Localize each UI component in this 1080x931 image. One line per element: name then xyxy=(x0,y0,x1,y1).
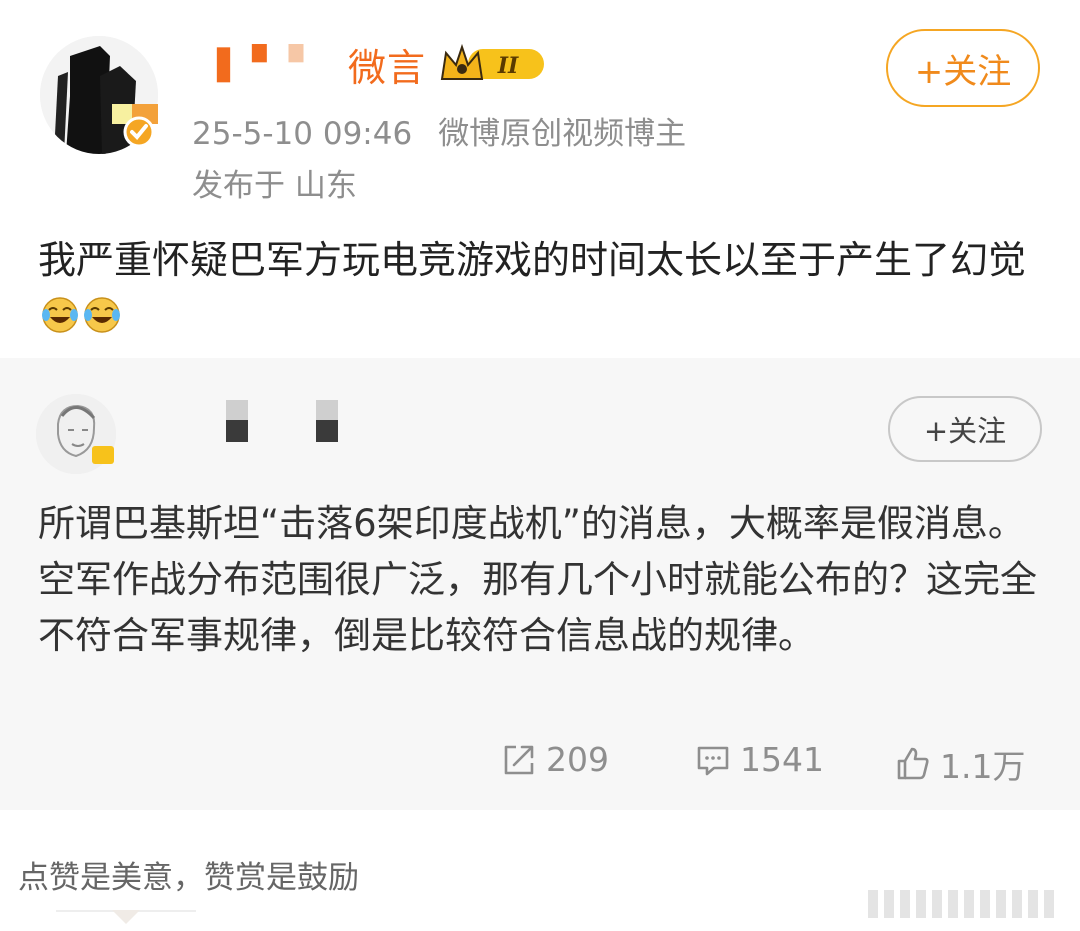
name-redaction xyxy=(316,400,338,442)
post-meta: 25-5-10 09:46 微博原创视频博主 xyxy=(192,108,686,153)
author-name-tail: 微言 xyxy=(348,45,427,90)
comment-action[interactable]: 1541 xyxy=(694,740,824,779)
share-count: 209 xyxy=(546,740,609,779)
share-icon xyxy=(504,745,534,774)
like-action[interactable]: 1.1万 xyxy=(894,740,1025,788)
reward-prompt[interactable]: 点赞是美意，赞赏是鼓励 xyxy=(18,852,359,897)
post-timestamp: 25-5-10 09:46 xyxy=(192,116,413,152)
comment-icon xyxy=(697,746,729,775)
quoted-post-text: 所谓巴基斯坦“击落6架印度战机”的消息，大概率是假消息。空军作战分布范围很广泛，… xyxy=(38,502,1037,657)
name-redaction xyxy=(216,44,304,83)
follow-button[interactable]: +关注 xyxy=(886,29,1040,107)
action-bar: 209 1541 1.1万 xyxy=(0,740,1080,790)
author-name[interactable]: 微言 II xyxy=(196,38,548,90)
like-count: 1.1万 xyxy=(940,747,1026,786)
laughing-tears-emoji-icon xyxy=(42,297,78,333)
quoted-follow-button[interactable]: +关注 xyxy=(888,396,1042,462)
member-badge-icon xyxy=(92,446,114,464)
post-card: 微言 II 25-5-10 09:46 微博原创视频博主 发布于 山东 +关注 我… xyxy=(0,0,1080,358)
crown-rank-badge-icon: II xyxy=(440,43,545,80)
caret-down-icon xyxy=(112,910,140,924)
name-redaction xyxy=(226,400,248,442)
post-text: 我严重怀疑巴军方玩电竞游戏的时间太长以至于产生了幻觉 xyxy=(38,238,1027,282)
post-location: 发布于 山东 xyxy=(192,168,357,204)
post-body: 我严重怀疑巴军方玩电竞游戏的时间太长以至于产生了幻觉 xyxy=(38,232,1048,344)
share-action[interactable]: 209 xyxy=(500,740,609,779)
verified-badge-icon xyxy=(112,104,158,150)
author-tag: 微博原创视频博主 xyxy=(438,116,687,152)
laughing-tears-emoji-icon xyxy=(84,297,120,333)
watermark-barcode xyxy=(868,890,1068,918)
svg-text:II: II xyxy=(497,53,519,79)
thumbs-up-icon xyxy=(897,747,929,780)
quoted-post-card[interactable]: +关注 所谓巴基斯坦“击落6架印度战机”的消息，大概率是假消息。空军作战分布范围… xyxy=(0,358,1080,810)
comment-count: 1541 xyxy=(740,740,824,779)
